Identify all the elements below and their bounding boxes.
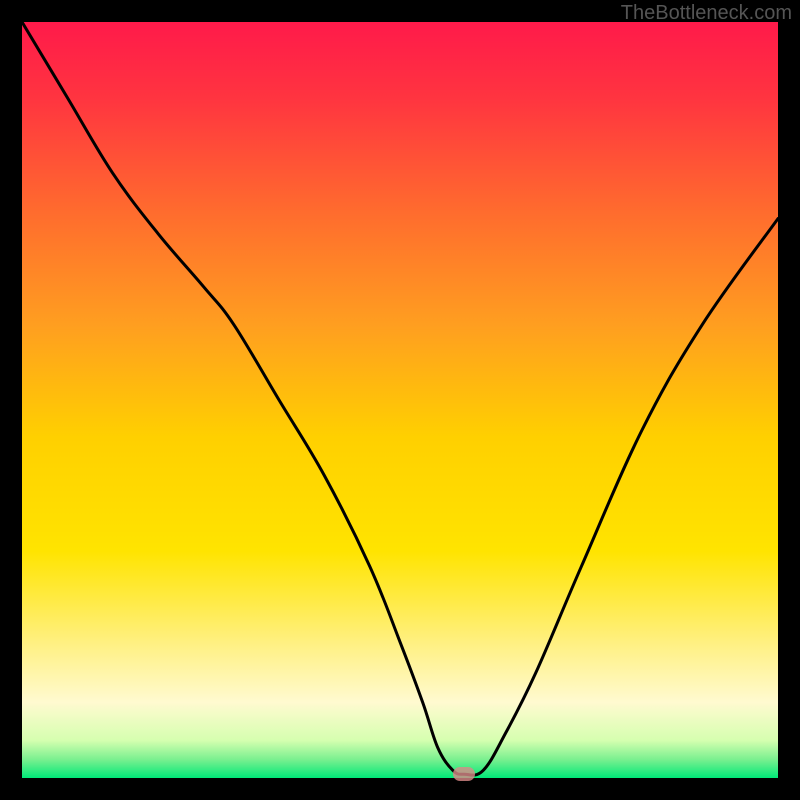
optimum-marker <box>453 767 475 781</box>
chart-svg <box>22 22 778 778</box>
watermark-text: TheBottleneck.com <box>621 2 792 25</box>
chart-background <box>22 22 778 778</box>
bottleneck-chart <box>22 22 778 778</box>
